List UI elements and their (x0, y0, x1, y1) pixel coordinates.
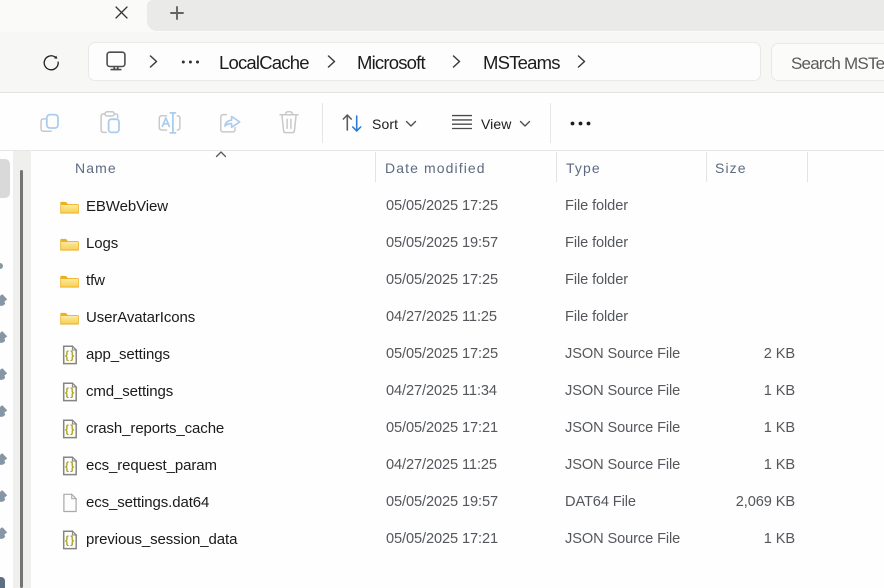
svg-text:{}: {} (65, 424, 75, 436)
svg-text:{}: {} (65, 387, 75, 399)
svg-text:{}: {} (65, 350, 75, 362)
svg-text:{}: {} (65, 535, 75, 547)
svg-text:{}: {} (65, 461, 75, 473)
